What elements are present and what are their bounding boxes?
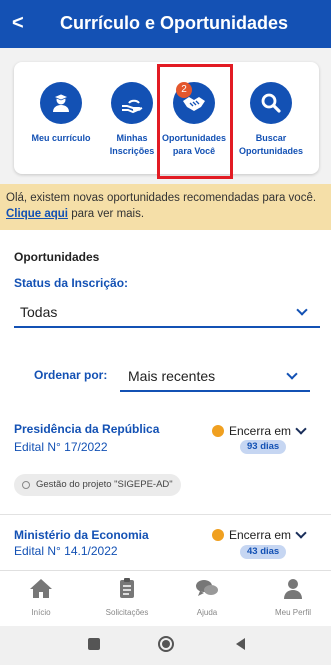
clock-icon: [212, 425, 224, 437]
app-header: < Currículo e Oportunidades: [0, 0, 331, 48]
opportunities-section: Oportunidades Status da Inscrição: Todas…: [0, 230, 331, 570]
my-resume-label: Meu currículo: [31, 133, 91, 143]
nav-home-label: Início: [31, 608, 51, 617]
nav-help[interactable]: Ajuda: [166, 577, 248, 617]
nav-profile-label: Meu Perfil: [274, 608, 311, 617]
order-label: Ordenar por:: [34, 368, 108, 382]
clock-icon: [212, 529, 224, 541]
search-opportunities-button[interactable]: Buscar Oportunidades: [236, 82, 306, 158]
page-title: Currículo e Oportunidades: [60, 13, 289, 33]
divider: [0, 514, 331, 515]
days-badge: 93 dias: [240, 440, 287, 454]
notice-text: Olá, existem novas oportunidades recomen…: [6, 192, 317, 204]
nav-requests[interactable]: Solicitações: [86, 577, 168, 617]
opportunity-edital: Edital N° 14.1/2022: [14, 544, 118, 558]
nav-profile[interactable]: Meu Perfil: [252, 577, 331, 617]
nav-help-label: Ajuda: [196, 608, 218, 617]
opportunity-title[interactable]: Presidência da República: [14, 422, 159, 436]
status-label: Status da Inscrição:: [14, 276, 129, 290]
opportunity-edital: Edital N° 17/2022: [14, 440, 108, 454]
nav-requests-label: Solicitações: [105, 608, 149, 617]
chevron-down-icon: [296, 304, 308, 316]
chevron-down-icon[interactable]: [295, 423, 307, 435]
clipboard-icon: [120, 578, 134, 598]
profile-icon: [284, 579, 302, 599]
chat-icon: [196, 580, 218, 596]
order-select[interactable]: Mais recentes: [120, 362, 310, 392]
graduate-icon: [40, 82, 82, 124]
highlight-box: [157, 64, 233, 179]
hand-icon: [111, 82, 153, 124]
recommendation-notice: Olá, existem novas oportunidades recomen…: [0, 184, 331, 230]
order-value: Mais recentes: [128, 368, 216, 384]
status-value: Todas: [20, 304, 58, 320]
my-resume-button[interactable]: Meu currículo: [26, 82, 96, 145]
back-button[interactable]: <: [12, 12, 24, 34]
closing-label: Encerra em: [229, 528, 292, 542]
chevron-down-icon: [286, 368, 298, 380]
notice-link[interactable]: Clique aqui: [6, 208, 68, 220]
opportunity-title[interactable]: Ministério da Economia: [14, 528, 149, 542]
chevron-down-icon[interactable]: [295, 527, 307, 539]
search-icon: [250, 82, 292, 124]
status-select[interactable]: Todas: [14, 298, 320, 328]
recent-apps-icon[interactable]: [88, 638, 100, 650]
notice-suffix: para ver mais.: [71, 208, 145, 220]
bottom-navigation: Início Solicitações Ajuda Meu Perfil: [0, 570, 331, 626]
closing-label: Encerra em: [229, 424, 292, 438]
system-navigation-bar: [0, 626, 331, 665]
home-icon: [30, 579, 52, 598]
project-chip[interactable]: Gestão do projeto "SIGEPE-AD": [14, 474, 181, 496]
nav-home[interactable]: Início: [0, 577, 82, 617]
back-nav-icon[interactable]: [236, 638, 245, 650]
section-title: Oportunidades: [14, 250, 100, 264]
search-opportunities-label: Buscar: [255, 133, 287, 143]
days-badge: 43 dias: [240, 545, 287, 559]
